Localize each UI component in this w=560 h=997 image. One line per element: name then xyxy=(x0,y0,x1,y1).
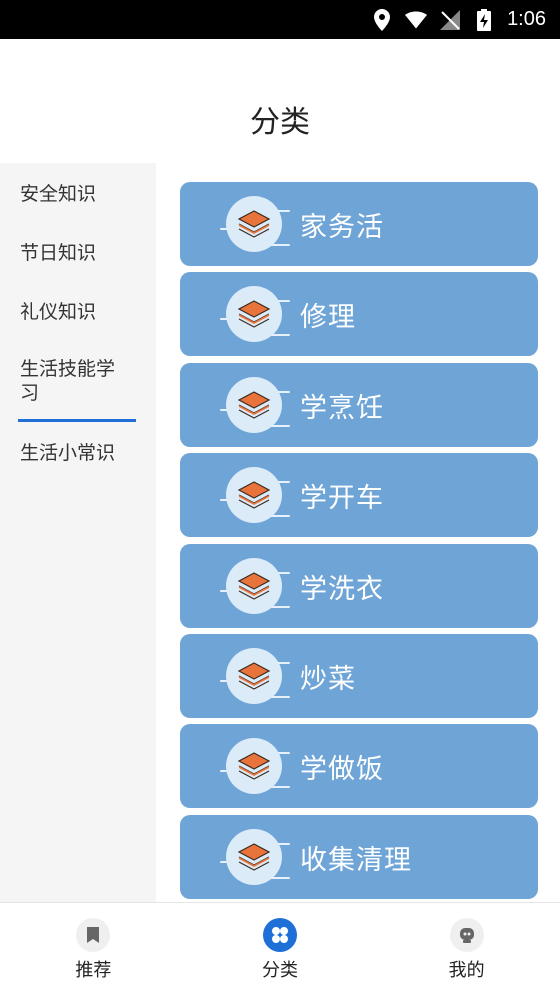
layers-icon xyxy=(226,558,282,614)
category-card[interactable]: 学做饭 xyxy=(180,724,538,808)
category-label: 修理 xyxy=(300,301,356,333)
category-label: 收集清理 xyxy=(300,844,412,876)
category-label: 炒菜 xyxy=(300,663,356,695)
layers-icon xyxy=(226,286,282,342)
category-label: 学做饭 xyxy=(300,753,384,785)
battery-charging-icon xyxy=(473,8,495,31)
layers-icon xyxy=(226,648,282,704)
title-bar: 分类 xyxy=(0,39,560,163)
nav-tab-label: 我的 xyxy=(448,960,485,981)
page-title: 分类 xyxy=(250,105,310,140)
sidebar-item-label: 生活小常识 xyxy=(20,442,116,464)
category-sidebar: 安全知识 节日知识 礼仪知识 生活技能学习 生活小常识 xyxy=(0,163,156,902)
sidebar-item-festival[interactable]: 节日知识 xyxy=(0,222,156,281)
bookmark-icon xyxy=(76,918,111,952)
nav-tab-mine[interactable]: 我的 xyxy=(373,903,560,997)
category-label: 学烹饪 xyxy=(300,392,384,424)
category-label: 家务活 xyxy=(300,211,384,243)
category-card[interactable]: 炒菜 xyxy=(180,634,538,718)
nav-tab-category[interactable]: 分类 xyxy=(187,903,374,997)
sidebar-item-life-skills[interactable]: 生活技能学习 xyxy=(0,340,156,422)
sidebar-item-label: 礼仪知识 xyxy=(20,301,97,323)
sidebar-item-label: 安全知识 xyxy=(20,183,97,205)
bottom-nav: 推荐 分类 我的 xyxy=(0,902,560,997)
status-bar: 1:06 xyxy=(0,0,560,39)
clock-time: 1:06 xyxy=(507,8,546,30)
layers-icon xyxy=(226,467,282,523)
sidebar-item-life-tips[interactable]: 生活小常识 xyxy=(0,422,156,481)
category-card[interactable]: 修理 xyxy=(180,272,538,356)
category-label: 学开车 xyxy=(300,482,384,514)
robot-face-icon xyxy=(449,918,484,952)
layers-icon xyxy=(226,377,282,433)
location-icon xyxy=(371,8,393,31)
layers-icon xyxy=(226,829,282,885)
category-list: 家务活 修理 学烹饪 学开车 学洗衣 炒菜 学做饭 收集清理 xyxy=(156,163,560,902)
sidebar-item-safety[interactable]: 安全知识 xyxy=(0,163,156,222)
category-card[interactable]: 学开车 xyxy=(180,453,538,537)
no-signal-icon xyxy=(439,9,461,31)
layers-icon xyxy=(226,738,282,794)
nav-tab-label: 分类 xyxy=(262,960,298,981)
category-icon xyxy=(263,918,297,952)
category-card[interactable]: 家务活 xyxy=(180,182,538,266)
layers-icon xyxy=(226,196,282,252)
sidebar-item-label: 生活技能学习 xyxy=(20,358,116,404)
category-card[interactable]: 收集清理 xyxy=(180,815,538,899)
wifi-icon xyxy=(405,9,428,31)
nav-tab-recommend[interactable]: 推荐 xyxy=(0,903,187,997)
category-label: 学洗衣 xyxy=(300,573,384,605)
category-card[interactable]: 学洗衣 xyxy=(180,544,538,628)
active-indicator xyxy=(18,419,136,422)
sidebar-item-label: 节日知识 xyxy=(20,242,97,264)
category-card[interactable]: 学烹饪 xyxy=(180,363,538,447)
sidebar-item-etiquette[interactable]: 礼仪知识 xyxy=(0,281,156,340)
nav-tab-label: 推荐 xyxy=(75,960,112,981)
